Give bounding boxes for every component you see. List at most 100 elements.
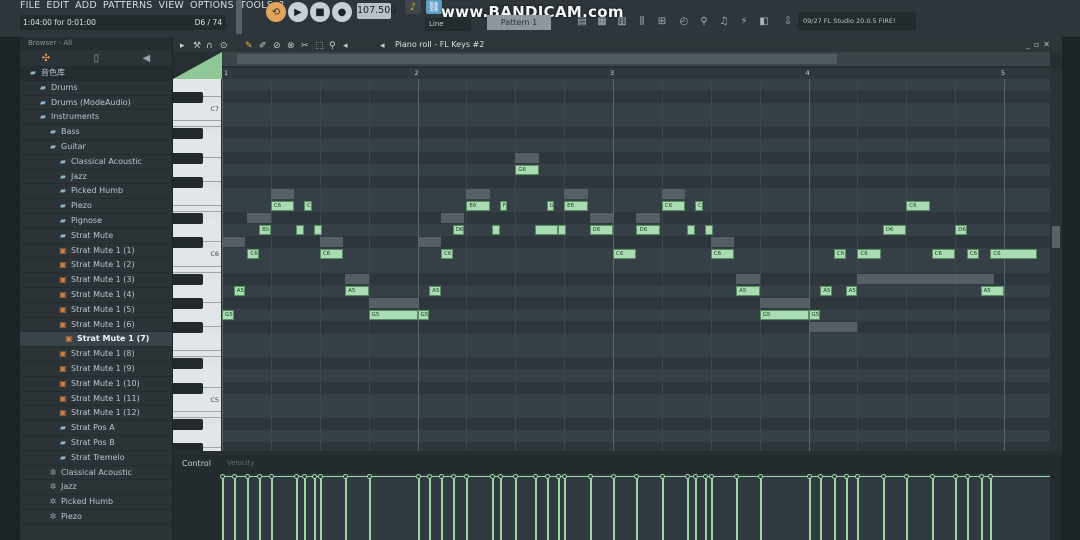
browser-folder-item[interactable]: ▰ Picked Humb (20, 184, 172, 200)
velocity-bar[interactable] (491, 478, 494, 540)
black-key[interactable] (173, 213, 203, 225)
note[interactable] (558, 225, 567, 236)
playlist-icon[interactable]: ▤ (575, 15, 589, 29)
white-key[interactable] (173, 333, 221, 352)
velocity-bar[interactable] (452, 478, 455, 540)
browser-folder-item[interactable]: ▰ Strat Tremelo (20, 451, 172, 466)
browser-folder-item[interactable]: ▰ Piezo (20, 199, 172, 214)
note[interactable] (296, 225, 305, 236)
note[interactable]: C6 (270, 201, 295, 211)
velocity-bar[interactable] (534, 478, 537, 540)
velocity-handle[interactable] (532, 474, 538, 479)
note[interactable]: A5 (820, 285, 832, 296)
velocity-handle[interactable] (611, 474, 616, 479)
velocity-handle[interactable] (587, 474, 593, 479)
note[interactable]: C6 (931, 249, 956, 260)
velocity-handle[interactable] (964, 474, 970, 479)
velocity-handle[interactable] (685, 474, 691, 479)
velocity-handle[interactable] (843, 474, 849, 479)
velocity-bar[interactable] (259, 478, 262, 540)
velocity-handle[interactable] (245, 474, 251, 479)
tempo-display[interactable]: 107.500 (357, 3, 396, 19)
note[interactable] (704, 225, 713, 236)
menu-file[interactable]: FILE (20, 0, 40, 12)
velocity-handle[interactable] (438, 474, 444, 479)
velocity-bar[interactable] (429, 478, 432, 540)
velocity-bar[interactable] (980, 478, 983, 540)
horizontal-scrollbar[interactable] (222, 52, 1050, 66)
note[interactable]: C6 (966, 249, 979, 260)
velocity-handle[interactable] (489, 474, 495, 479)
black-key[interactable] (173, 128, 203, 140)
touch-keyboard-icon[interactable]: ♫ (717, 15, 731, 29)
velocity-lane[interactable] (220, 474, 1050, 540)
velocity-handle[interactable] (880, 474, 886, 479)
browser-file-item[interactable]: ▣ Strat Mute 1 (12) (20, 406, 172, 422)
note[interactable] (534, 225, 559, 236)
velocity-bar[interactable] (833, 478, 836, 540)
scrollbar-thumb[interactable] (237, 54, 837, 64)
velocity-bar[interactable] (906, 478, 909, 540)
note[interactable]: C6 (440, 249, 453, 260)
note[interactable] (491, 225, 500, 236)
velocity-bar[interactable] (857, 478, 860, 540)
note[interactable]: D6 (882, 225, 907, 236)
velocity-handle[interactable] (294, 474, 300, 479)
record-button[interactable]: ● (332, 2, 352, 22)
note[interactable]: C (695, 201, 703, 211)
window-buttons[interactable]: _▫✕ (1026, 37, 1054, 52)
browser-file-item[interactable]: ▣ Strat Mute 1 (8) (20, 347, 172, 362)
velocity-bar[interactable] (546, 478, 549, 540)
velocity-bar[interactable] (296, 478, 299, 540)
velocity-bar[interactable] (808, 478, 811, 540)
velocity-handle[interactable] (464, 474, 470, 479)
timeline-ruler[interactable]: 1 2 3 4 5 (222, 68, 1050, 79)
master-volume-slider[interactable] (236, 0, 242, 34)
plug-icon[interactable]: ⚡ (737, 15, 751, 29)
channel-rack-icon[interactable]: ▥ (615, 15, 629, 29)
velocity-handle[interactable] (544, 474, 550, 479)
browser-folder-item[interactable]: ▰ Drums (ModeAudio) (20, 96, 172, 111)
note[interactable]: C6 (247, 249, 260, 260)
velocity-bar[interactable] (270, 478, 273, 540)
black-key[interactable] (173, 273, 203, 285)
velocity-bar[interactable] (759, 478, 762, 540)
velocity-handle[interactable] (556, 474, 562, 479)
browser-folder-item[interactable]: ▰ Strat Pos A (20, 421, 172, 436)
velocity-bar[interactable] (882, 478, 885, 540)
mixer-icon[interactable]: ⫼ (635, 15, 649, 29)
velocity-bar[interactable] (955, 478, 958, 540)
note[interactable] (313, 225, 322, 236)
velocity-handle[interactable] (497, 474, 503, 479)
control-label[interactable]: Control (182, 459, 211, 468)
velocity-handle[interactable] (257, 474, 263, 479)
velocity-handle[interactable] (427, 474, 433, 479)
note[interactable]: C6 (661, 201, 686, 211)
velocity-handle[interactable] (855, 474, 861, 479)
note[interactable]: A5 (736, 285, 760, 296)
link-icon[interactable]: ⛓ (426, 0, 442, 14)
velocity-handle[interactable] (220, 474, 225, 479)
browser-file-item[interactable]: ▣ Strat Mute 1 (3) (20, 273, 172, 288)
wrench-icon[interactable]: ⚒ (193, 39, 201, 54)
note[interactable]: F (499, 201, 508, 211)
velocity-handle[interactable] (904, 474, 910, 479)
tempo-tap-icon[interactable]: ◴ (677, 15, 691, 29)
browser-folder-item[interactable]: ▰ Bass (20, 125, 172, 140)
velocity-handle[interactable] (734, 474, 740, 479)
black-key[interactable] (173, 176, 203, 188)
plugin-picker-icon[interactable]: ⚲ (697, 15, 711, 29)
pattern-song-toggle[interactable]: ⟲ (266, 2, 286, 22)
menu-view[interactable]: VIEW (159, 0, 185, 12)
velocity-bar[interactable] (966, 478, 969, 540)
velocity-handle[interactable] (929, 474, 935, 479)
velocity-bar[interactable] (304, 478, 307, 540)
velocity-handle[interactable] (978, 474, 984, 479)
black-key[interactable] (173, 358, 203, 370)
velocity-handle[interactable] (818, 474, 824, 479)
velocity-bar[interactable] (636, 478, 639, 540)
note[interactable]: C6 (906, 201, 930, 211)
note[interactable]: E6 (564, 201, 588, 211)
browser-icon[interactable]: ⊞ (655, 15, 669, 29)
menu-add[interactable]: ADD (75, 0, 97, 12)
